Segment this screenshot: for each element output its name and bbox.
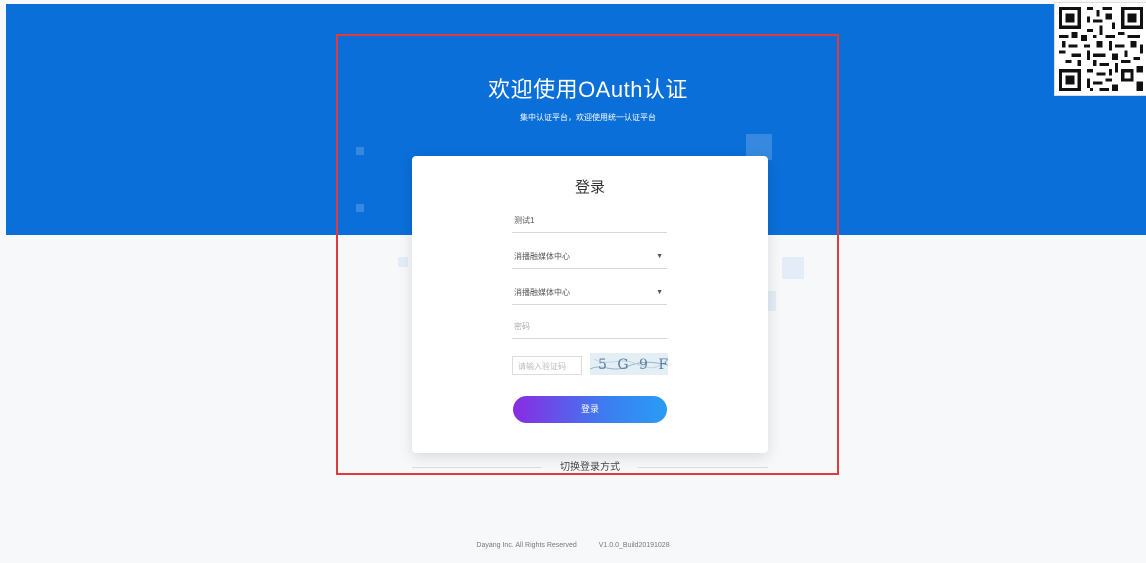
footer: Dayang Inc. All Rights Reserved V1.0.0_B… [0, 542, 1146, 549]
footer-copyright: Dayang Inc. All Rights Reserved [476, 542, 577, 549]
highlight-box [336, 34, 839, 475]
qr-code-icon [1054, 2, 1146, 96]
footer-version: V1.0.0_Build20191028 [598, 542, 670, 549]
